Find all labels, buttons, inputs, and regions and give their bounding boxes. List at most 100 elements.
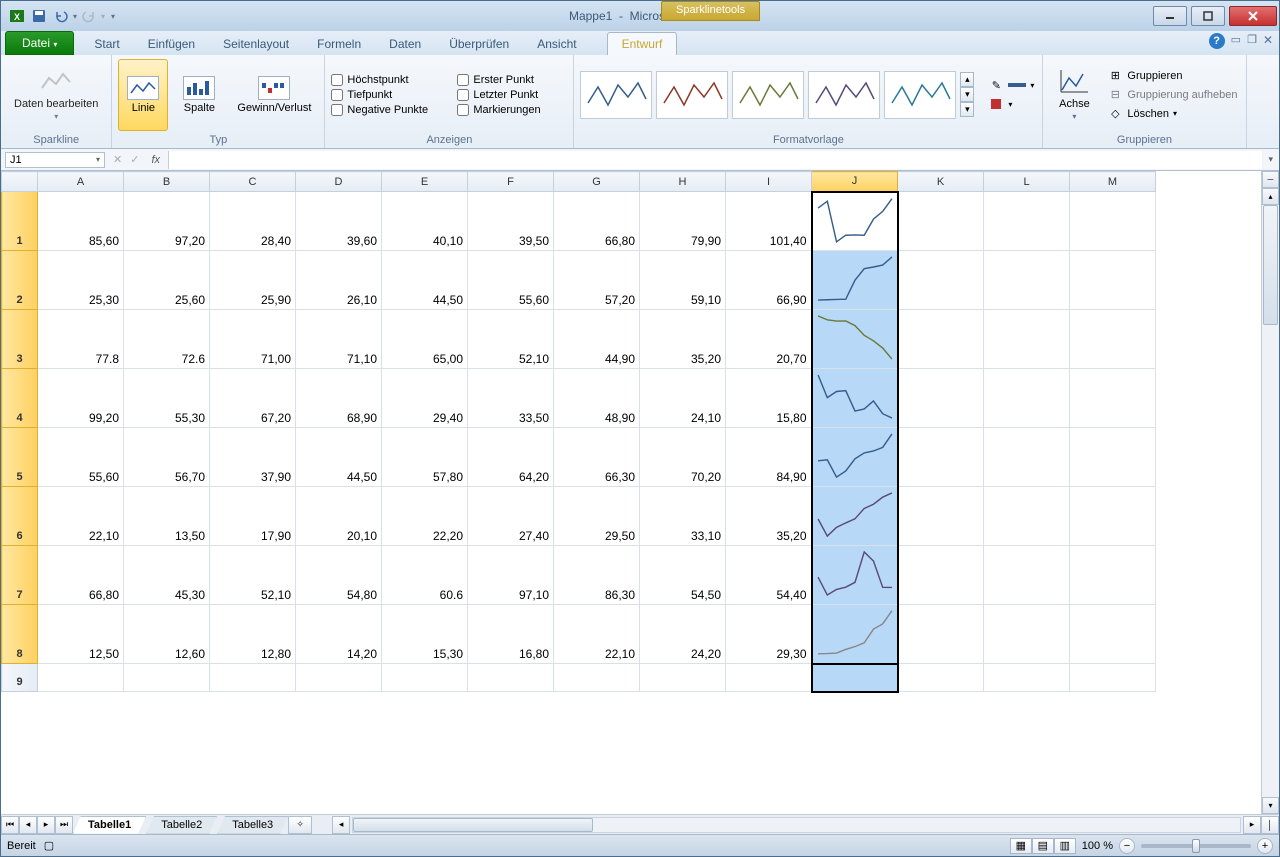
maximize-button[interactable] (1191, 6, 1225, 26)
style-gallery[interactable]: ▴ ▾ ▾ (580, 71, 974, 119)
cell-C7[interactable]: 52,10 (210, 546, 296, 605)
cell-M3[interactable] (1070, 310, 1156, 369)
cell-G2[interactable]: 57,20 (554, 251, 640, 310)
cell-L4[interactable] (984, 369, 1070, 428)
worksheet[interactable]: ABCDEFGHIJKLM 185,6097,2028,4039,6040,10… (1, 171, 1156, 693)
close-button[interactable] (1229, 6, 1277, 26)
cell-M1[interactable] (1070, 192, 1156, 251)
horizontal-scrollbar[interactable] (352, 817, 1241, 833)
cell-D5[interactable]: 44,50 (296, 428, 382, 487)
cell-D7[interactable]: 54,80 (296, 546, 382, 605)
tab-daten[interactable]: Daten (375, 33, 435, 55)
col-head-C[interactable]: C (210, 172, 296, 192)
cell-E3[interactable]: 65,00 (382, 310, 468, 369)
col-head-J[interactable]: J (812, 172, 898, 192)
cell-C3[interactable]: 71,00 (210, 310, 296, 369)
vertical-scrollbar[interactable]: ─ ▴ ▾ (1261, 171, 1279, 814)
cell-F4[interactable]: 33,50 (468, 369, 554, 428)
cell-M2[interactable] (1070, 251, 1156, 310)
cell-D3[interactable]: 71,10 (296, 310, 382, 369)
tab-ansicht[interactable]: Ansicht (523, 33, 590, 55)
tab-nav-first-icon[interactable]: ⏮ (1, 816, 19, 834)
col-head-A[interactable]: A (38, 172, 124, 192)
cell-L2[interactable] (984, 251, 1070, 310)
cell-F5[interactable]: 64,20 (468, 428, 554, 487)
doc-restore-icon[interactable]: ❐ (1247, 33, 1257, 49)
cell-E4[interactable]: 29,40 (382, 369, 468, 428)
cell-C8[interactable]: 12,80 (210, 605, 296, 664)
cell-F7[interactable]: 97,10 (468, 546, 554, 605)
cell-J7[interactable] (812, 546, 898, 605)
cell-B4[interactable]: 55,30 (124, 369, 210, 428)
tab-nav-next-icon[interactable]: ▸ (37, 816, 55, 834)
cell-B2[interactable]: 25,60 (124, 251, 210, 310)
hscroll-left-icon[interactable]: ◂ (332, 816, 350, 834)
cell-G9[interactable] (554, 664, 640, 692)
cell-J2[interactable] (812, 251, 898, 310)
view-page-break-icon[interactable]: ▥ (1054, 838, 1076, 854)
cell-D9[interactable] (296, 664, 382, 692)
name-box[interactable]: J1▾ (5, 152, 105, 168)
cell-G7[interactable]: 86,30 (554, 546, 640, 605)
cell-G1[interactable]: 66,80 (554, 192, 640, 251)
cell-J9[interactable] (812, 664, 898, 692)
row-head-5[interactable]: 5 (2, 428, 38, 487)
redo-icon[interactable] (79, 6, 99, 26)
cell-H2[interactable]: 59,10 (640, 251, 726, 310)
tab-nav-prev-icon[interactable]: ◂ (19, 816, 37, 834)
cell-G3[interactable]: 44,90 (554, 310, 640, 369)
cell-M6[interactable] (1070, 487, 1156, 546)
cell-H9[interactable] (640, 664, 726, 692)
undo-icon[interactable] (51, 6, 71, 26)
check-lastpoint[interactable]: Letzter Punkt (457, 88, 567, 102)
minimize-button[interactable] (1153, 6, 1187, 26)
col-head-K[interactable]: K (898, 172, 984, 192)
cell-F8[interactable]: 16,80 (468, 605, 554, 664)
cell-H5[interactable]: 70,20 (640, 428, 726, 487)
cell-F2[interactable]: 55,60 (468, 251, 554, 310)
col-head-D[interactable]: D (296, 172, 382, 192)
cell-F1[interactable]: 39,50 (468, 192, 554, 251)
cell-K3[interactable] (898, 310, 984, 369)
cell-K9[interactable] (898, 664, 984, 692)
cell-I5[interactable]: 84,90 (726, 428, 812, 487)
cell-C9[interactable] (210, 664, 296, 692)
cell-B9[interactable] (124, 664, 210, 692)
zoom-slider[interactable] (1141, 844, 1251, 848)
macro-record-icon[interactable]: ▢ (44, 839, 54, 852)
check-lowpoint[interactable]: Tiefpunkt (331, 88, 451, 102)
ungroup-button[interactable]: ⊟Gruppierung aufheben (1105, 86, 1239, 104)
cell-D4[interactable]: 68,90 (296, 369, 382, 428)
cell-F6[interactable]: 27,40 (468, 487, 554, 546)
cell-K8[interactable] (898, 605, 984, 664)
cell-M8[interactable] (1070, 605, 1156, 664)
tab-ueberpruefen[interactable]: Überprüfen (435, 33, 523, 55)
cell-D2[interactable]: 26,10 (296, 251, 382, 310)
cell-G8[interactable]: 22,10 (554, 605, 640, 664)
style-item-2[interactable] (656, 71, 728, 119)
cell-L3[interactable] (984, 310, 1070, 369)
cell-B5[interactable]: 56,70 (124, 428, 210, 487)
style-item-3[interactable] (732, 71, 804, 119)
row-head-8[interactable]: 8 (2, 605, 38, 664)
col-head-F[interactable]: F (468, 172, 554, 192)
cell-H4[interactable]: 24,10 (640, 369, 726, 428)
cell-E1[interactable]: 40,10 (382, 192, 468, 251)
style-item-4[interactable] (808, 71, 880, 119)
sheet-tab-2[interactable]: Tabelle2 (146, 816, 217, 834)
minimize-ribbon-icon[interactable]: ▭ (1231, 33, 1241, 49)
cell-C2[interactable]: 25,90 (210, 251, 296, 310)
cell-E8[interactable]: 15,30 (382, 605, 468, 664)
edit-data-button[interactable]: Daten bearbeiten ▾ (7, 59, 105, 131)
cell-M9[interactable] (1070, 664, 1156, 692)
tab-start[interactable]: Start (80, 33, 133, 55)
cell-I2[interactable]: 66,90 (726, 251, 812, 310)
row-head-6[interactable]: 6 (2, 487, 38, 546)
clear-button[interactable]: ◇Löschen ▾ (1105, 105, 1239, 123)
cell-G4[interactable]: 48,90 (554, 369, 640, 428)
cell-L8[interactable] (984, 605, 1070, 664)
marker-color-button[interactable]: ▾ (986, 95, 1036, 113)
col-head-H[interactable]: H (640, 172, 726, 192)
gallery-more-icon[interactable]: ▾ (960, 102, 974, 117)
cell-A9[interactable] (38, 664, 124, 692)
